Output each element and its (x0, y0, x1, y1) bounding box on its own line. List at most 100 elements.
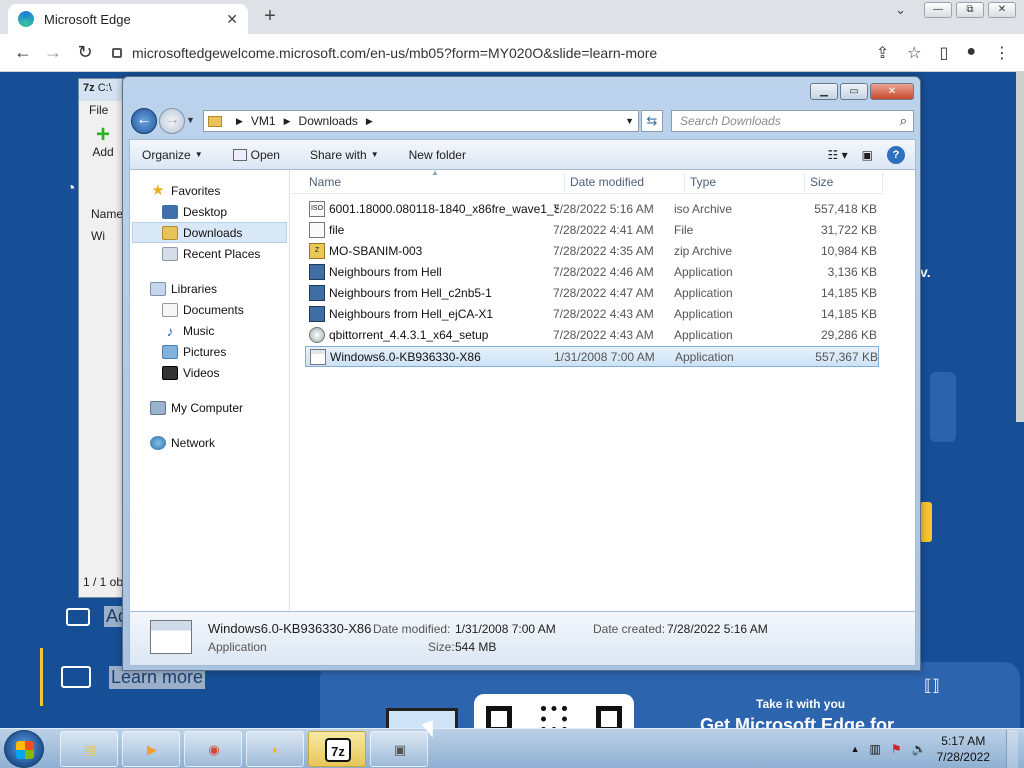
column-divider[interactable] (684, 172, 685, 192)
sevenzip-list-item[interactable]: Wi (91, 229, 105, 243)
breadcrumb[interactable]: ▶ VM1 ▶ Downloads ▶ ▼ (203, 110, 639, 132)
application-icon (310, 349, 326, 365)
checklist-icon (61, 666, 91, 688)
breadcrumb-downloads[interactable]: Downloads (299, 114, 358, 128)
file-row[interactable]: Windows6.0-KB936330-X86 1/31/2008 7:00 AM… (305, 346, 879, 367)
clock[interactable]: 5:17 AM 7/28/2022 (937, 733, 990, 765)
profile-avatar-icon[interactable]: ● (966, 43, 976, 63)
details-date-created-label: Date created: (593, 622, 666, 636)
nav-recent-places[interactable]: Recent Places (130, 243, 289, 264)
search-icon[interactable]: ⌕ (900, 113, 907, 129)
nav-desktop[interactable]: Desktop (130, 201, 289, 222)
explorer-taskbar-button[interactable]: ▤ (60, 731, 118, 767)
back-arrow-icon[interactable]: ← (131, 108, 157, 134)
search-input[interactable]: Search Downloads ⌕ (671, 110, 914, 132)
back-arrow-icon[interactable]: ← (12, 42, 34, 64)
file-name: Neighbours from Hell (329, 265, 442, 279)
file-date-modified: 7/28/2022 4:46 AM (553, 265, 654, 279)
action-center-icon[interactable]: ⚑ (891, 742, 902, 756)
change-view-icon[interactable]: ☷ ▾ (828, 148, 848, 162)
new-tab-button[interactable]: + (258, 6, 282, 28)
documents-icon (162, 302, 178, 317)
new-folder-button[interactable]: New folder (409, 148, 466, 162)
share-with-button[interactable]: Share with ▼ (310, 148, 379, 162)
close-button[interactable]: ✕ (988, 2, 1016, 18)
open-button[interactable]: Open (232, 148, 280, 162)
history-dropdown-icon[interactable]: ▼ (186, 115, 195, 125)
file-row[interactable]: file 7/28/2022 4:41 AM File 31,722 KB (305, 220, 879, 241)
refresh-icon[interactable]: ↻ (74, 42, 96, 64)
tab-close-icon[interactable]: ✕ (226, 11, 238, 28)
browser-tab[interactable]: Microsoft Edge ✕ (8, 4, 248, 34)
nav-network[interactable]: Network (130, 432, 289, 453)
minimize-button[interactable]: — (924, 2, 952, 18)
start-button[interactable] (4, 730, 44, 768)
installer-taskbar-button[interactable]: ▣ (370, 731, 428, 767)
file-row[interactable]: qbittorrent_4.4.3.1_x64_setup 7/28/2022 4… (305, 325, 879, 346)
restore-button[interactable]: ⧉ (956, 2, 984, 18)
file-date-modified: 7/28/2022 5:16 AM (553, 202, 654, 216)
show-hidden-icons-icon[interactable]: ▲ (851, 744, 860, 754)
nav-group-network: Network (130, 432, 289, 453)
nav-favorites[interactable]: ★ Favorites (130, 180, 289, 201)
show-desktop-button[interactable] (1006, 730, 1018, 768)
nav-documents[interactable]: Documents (130, 299, 289, 320)
breadcrumb-vm1[interactable]: VM1 (251, 114, 276, 128)
file-type: Application (674, 286, 733, 300)
sevenzip-column-name[interactable]: Name (91, 207, 123, 221)
menu-kebab-icon[interactable]: ⋮ (994, 43, 1010, 63)
nav-my-computer[interactable]: My Computer (130, 397, 289, 418)
nav-libraries[interactable]: Libraries (130, 278, 289, 299)
tab-list-chevron-icon[interactable]: ⌄ (895, 2, 906, 18)
network-tray-icon[interactable]: ▥ (870, 742, 881, 756)
nav-pictures[interactable]: Pictures (130, 341, 289, 362)
organize-button[interactable]: Organize ▼ (142, 148, 203, 162)
nav-downloads[interactable]: Downloads (132, 222, 287, 243)
sevenzip-window[interactable]: 7z C:\ File + Add Name Wi 1 / 1 ob (78, 78, 128, 598)
game-app-icon (309, 306, 325, 322)
nav-music[interactable]: ♪ Music (130, 320, 289, 341)
file-row[interactable]: Neighbours from Hell_c2nb5-1 7/28/2022 4:… (305, 283, 879, 304)
sevenzip-taskbar-button[interactable]: 7z (308, 731, 366, 767)
breadcrumb-dropdown-icon[interactable]: ▼ (625, 116, 634, 126)
refresh-icon[interactable]: ⇆ (641, 110, 663, 132)
file-row[interactable]: ISO 6001.18000.080118-1840_x86fre_wave1_S… (305, 199, 879, 220)
column-divider[interactable] (882, 172, 883, 192)
media-player-taskbar-button[interactable]: ▶ (122, 731, 180, 767)
favorite-star-icon[interactable]: ☆ (907, 43, 921, 63)
sidebar-icon[interactable]: ▯ (940, 43, 949, 63)
preview-pane-icon[interactable]: ▣ (862, 148, 873, 162)
maximize-button[interactable]: ▭ (840, 83, 868, 100)
chrome-taskbar-button[interactable]: ◉ (184, 731, 242, 767)
forward-arrow-icon[interactable]: → (42, 42, 64, 64)
share-icon[interactable]: ⇪ (876, 43, 889, 63)
column-header-date[interactable]: Date modified (570, 175, 644, 189)
file-size: 557,418 KB (814, 202, 877, 216)
close-button[interactable]: ✕ (870, 83, 914, 100)
chevron-right-icon[interactable]: ▶ (236, 116, 243, 127)
sevenzip-status: 1 / 1 ob (83, 575, 124, 589)
address-bar[interactable]: microsoftedgewelcome.microsoft.com/en-us… (112, 43, 912, 63)
chevron-right-icon[interactable]: ▶ (284, 116, 291, 127)
column-divider[interactable] (804, 172, 805, 192)
file-row[interactable]: Neighbours from Hell 7/28/2022 4:46 AM App… (305, 262, 879, 283)
sevenzip-add-button[interactable]: + Add (79, 123, 127, 160)
minimize-button[interactable]: ▁ (810, 83, 838, 100)
column-headers: ▲ Name Date modified Type Size (291, 168, 883, 194)
file-row[interactable]: Z MO-SBANIM-003 7/28/2022 4:35 AM zip Archi… (305, 241, 879, 262)
chrome-alt-taskbar-button[interactable]: ◐ (246, 731, 304, 767)
chrome-alt-icon: ◐ (272, 742, 280, 757)
chevron-right-icon[interactable]: ▶ (366, 116, 373, 127)
nav-videos[interactable]: Videos (130, 362, 289, 383)
column-header-name[interactable]: Name (309, 175, 341, 189)
sevenzip-menu-file[interactable]: File (79, 101, 127, 119)
column-header-type[interactable]: Type (690, 175, 716, 189)
page-scrollbar[interactable] (1016, 72, 1024, 422)
help-icon[interactable]: ? (887, 146, 905, 164)
column-divider[interactable] (564, 172, 565, 192)
volume-icon[interactable]: 🔈 (912, 742, 927, 756)
forward-arrow-icon[interactable]: → (159, 108, 185, 134)
column-header-size[interactable]: Size (810, 175, 833, 189)
details-size-label: Size: (428, 640, 455, 654)
file-row[interactable]: Neighbours from Hell_ejCA-X1 7/28/2022 4:… (305, 304, 879, 325)
